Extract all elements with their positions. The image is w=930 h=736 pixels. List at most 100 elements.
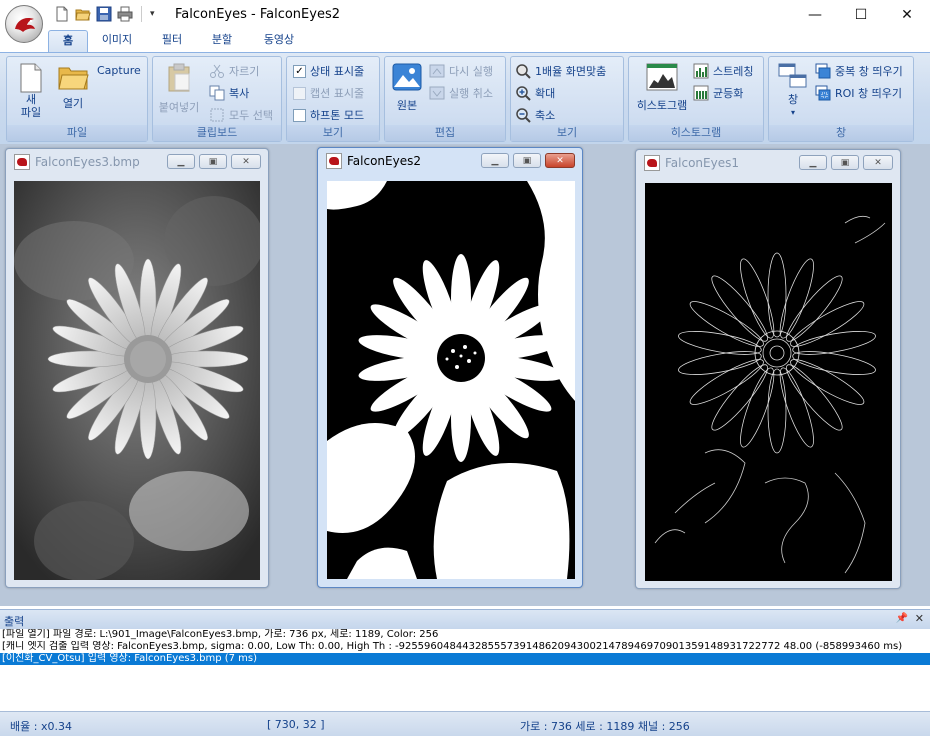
statusbar-label: 상태 표시줄 <box>310 65 365 78</box>
window-controls: — ☐ ✕ <box>792 0 930 30</box>
zoom-in-button[interactable]: 확대 <box>515 85 555 101</box>
tab-segmentation[interactable]: 분할 <box>202 30 242 52</box>
pin-icon[interactable]: 📌 <box>896 613 908 624</box>
zoom-out-button[interactable]: 축소 <box>515 107 555 123</box>
group-histogram: 히스토그램 스트레칭 균등화 히스토그램 <box>628 56 764 142</box>
tab-home[interactable]: 홈 <box>48 30 88 52</box>
child-close-button[interactable]: ✕ <box>231 154 261 169</box>
capture-button[interactable]: Capture <box>97 64 141 77</box>
group-edit: 원본 다시 실행 실행 취소 편집 <box>384 56 506 142</box>
group-view-zoom: 1배율 화면맞춤 확대 축소 보기 <box>510 56 624 142</box>
output-line-selected[interactable]: [이진화_CV_Otsu] 입력 영상: FalconEyes3.bmp (7 … <box>0 653 930 665</box>
minimize-button[interactable]: — <box>792 0 838 30</box>
undo-label: 실행 취소 <box>449 87 493 100</box>
histogram-icon <box>646 63 678 91</box>
roi-window-button[interactable]: ROI 창 띄우기 <box>815 85 902 101</box>
zoom-out-icon <box>516 108 531 123</box>
equalize-button[interactable]: 균등화 <box>693 85 743 101</box>
window-button[interactable]: 창 ▾ <box>773 63 813 119</box>
redo-button[interactable]: 다시 실행 <box>429 63 493 79</box>
mdi-workspace: FalconEyes3.bmp ▁ ▣ ✕ FalconEyes2 ▁ ▣ ✕ … <box>0 144 930 606</box>
group-view-options: ✓ 상태 표시줄 캡션 표시줄 하프톤 모드 보기 <box>286 56 380 142</box>
fit-screen-button[interactable]: 1배율 화면맞춤 <box>515 63 606 79</box>
output-close-button[interactable]: ✕ <box>915 612 924 625</box>
halftone-checkbox[interactable]: 하프톤 모드 <box>293 107 364 123</box>
new-doc-icon <box>20 63 42 93</box>
cut-label: 자르기 <box>229 65 260 78</box>
output-line[interactable]: [파일 열기] 파일 경로: L:\901_Image\FalconEyes3.… <box>0 629 930 641</box>
child-maximize-button[interactable]: ▣ <box>199 154 227 169</box>
original-label: 원본 <box>396 99 418 112</box>
copy-label: 복사 <box>229 87 250 100</box>
captionbar-checkbox[interactable]: 캡션 표시줄 <box>293 85 364 101</box>
fit-screen-label: 1배율 화면맞춤 <box>535 65 607 78</box>
child-window-grayscale[interactable]: FalconEyes3.bmp ▁ ▣ ✕ <box>5 148 269 588</box>
open-button[interactable]: 열기 <box>53 63 93 110</box>
child-minimize-button[interactable]: ▁ <box>481 153 509 168</box>
flower-binary-image <box>327 181 575 579</box>
print-icon[interactable] <box>117 6 133 22</box>
redo-icon <box>429 64 445 78</box>
open-folder-icon[interactable] <box>75 6 91 22</box>
original-button[interactable]: 원본 <box>389 63 425 112</box>
child-minimize-button[interactable]: ▁ <box>799 155 827 170</box>
cut-button[interactable]: 자르기 <box>209 63 259 79</box>
ribbon: 새 파일 열기 Capture 파일 붙여넣기 자르기 복사 모두 선택 클립보… <box>0 52 930 144</box>
group-view-options-label: 보기 <box>287 125 379 141</box>
window-label: 창 <box>787 93 799 106</box>
save-icon[interactable] <box>96 6 112 22</box>
paste-button[interactable]: 붙여넣기 <box>157 63 201 114</box>
close-button[interactable]: ✕ <box>884 0 930 30</box>
statusbar-checkbox[interactable]: ✓ 상태 표시줄 <box>293 63 364 79</box>
new-doc-icon[interactable] <box>54 6 70 22</box>
child-window-controls: ▁ ▣ ✕ <box>167 154 261 169</box>
duplicate-window-label: 중복 창 띄우기 <box>835 65 903 78</box>
copy-button[interactable]: 복사 <box>209 85 249 101</box>
child-minimize-button[interactable]: ▁ <box>167 154 195 169</box>
child-window-controls: ▁ ▣ ✕ <box>799 155 893 170</box>
group-clipboard: 붙여넣기 자르기 복사 모두 선택 클립보드 <box>152 56 282 142</box>
roi-window-label: ROI 창 띄우기 <box>835 87 903 100</box>
duplicate-window-button[interactable]: 중복 창 띄우기 <box>815 63 903 79</box>
child-close-button[interactable]: ✕ <box>545 153 575 168</box>
select-all-icon <box>210 108 224 122</box>
zoom-in-icon <box>516 86 531 101</box>
scissors-icon <box>210 64 224 78</box>
title-bar: ▾ FalconEyes - FalconEyes2 — ☐ ✕ <box>0 0 930 43</box>
stretching-button[interactable]: 스트레칭 <box>693 63 753 79</box>
child-window-binary[interactable]: FalconEyes2 ▁ ▣ ✕ <box>317 147 583 588</box>
stretch-chart-icon <box>693 63 709 79</box>
undo-icon <box>429 86 445 100</box>
status-image-info: 가로 : 736 세로 : 1189 채널 : 256 <box>520 720 690 733</box>
histogram-button[interactable]: 히스토그램 <box>631 63 693 112</box>
cascade-windows-icon <box>778 63 807 88</box>
tab-image[interactable]: 이미지 <box>94 30 140 52</box>
child-maximize-button[interactable]: ▣ <box>831 155 859 170</box>
tab-filter[interactable]: 필터 <box>152 30 192 52</box>
new-file-label-2: 파일 <box>20 106 42 119</box>
falcon-logo-icon <box>14 154 30 170</box>
child-window-edges[interactable]: FalconEyes1 ▁ ▣ ✕ <box>635 149 901 589</box>
ribbon-tabs: 홈 이미지 필터 분할 동영상 <box>0 30 930 52</box>
window-title: FalconEyes - FalconEyes2 <box>175 7 340 22</box>
tab-video[interactable]: 동영상 <box>254 30 304 52</box>
output-line[interactable]: [캐니 엣지 검출 입력 영상: FalconEyes3.bmp, sigma:… <box>0 641 930 653</box>
select-all-button[interactable]: 모두 선택 <box>209 107 273 123</box>
undo-button[interactable]: 실행 취소 <box>429 85 493 101</box>
child-maximize-button[interactable]: ▣ <box>513 153 541 168</box>
child-window-controls: ▁ ▣ ✕ <box>481 153 575 168</box>
binary-image[interactable] <box>327 181 575 579</box>
group-file-label: 파일 <box>7 125 147 141</box>
halftone-label: 하프톤 모드 <box>310 109 365 122</box>
edge-image[interactable] <box>645 183 892 581</box>
child-title: FalconEyes3.bmp <box>35 155 140 169</box>
qat-dropdown-icon[interactable]: ▾ <box>150 9 155 19</box>
histogram-label: 히스토그램 <box>636 99 688 112</box>
maximize-button[interactable]: ☐ <box>838 0 884 30</box>
grayscale-image[interactable] <box>14 181 260 580</box>
application-menu-button[interactable] <box>5 5 43 43</box>
child-close-button[interactable]: ✕ <box>863 155 893 170</box>
new-file-label-1: 새 <box>25 93 37 106</box>
group-file: 새 파일 열기 Capture 파일 <box>6 56 148 142</box>
new-file-button[interactable]: 새 파일 <box>13 63 49 119</box>
